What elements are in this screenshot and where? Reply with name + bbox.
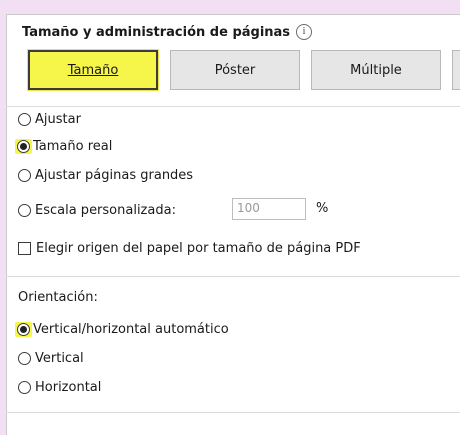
- radio-tamano-real[interactable]: Tamaño real: [15, 135, 113, 157]
- radio-vertical-horizontal-auto[interactable]: Vertical/horizontal automático: [15, 318, 229, 340]
- checkbox-box[interactable]: [18, 241, 31, 255]
- section-title-text: Tamaño y administración de páginas: [22, 24, 291, 40]
- tab-tamano[interactable]: Tamaño: [28, 50, 158, 90]
- radio-ajustar-paginas-grandes-label: Ajustar páginas grandes: [35, 167, 194, 183]
- section-title: Tamaño y administración de páginas i: [22, 24, 313, 40]
- divider: [6, 106, 460, 107]
- radio-circle-checked[interactable]: [17, 322, 30, 336]
- scale-input[interactable]: 100: [232, 198, 306, 220]
- scale-unit: %: [316, 201, 329, 216]
- radio-escala-personalizada-label: Escala personalizada:: [35, 202, 176, 218]
- radio-circle[interactable]: [18, 380, 31, 394]
- radio-vertical[interactable]: Vertical: [18, 347, 84, 369]
- tab-multiple-label: Múltiple: [350, 62, 402, 78]
- highlight-mark: [15, 321, 32, 337]
- orientation-label: Orientación:: [18, 290, 98, 305]
- tab-poster[interactable]: Póster: [170, 50, 300, 90]
- radio-ajustar-paginas-grandes[interactable]: Ajustar páginas grandes: [18, 164, 193, 186]
- radio-tamano-real-label: Tamaño real: [33, 138, 113, 154]
- checkbox-paper-source-label: Elegir origen del papel por tamaño de pá…: [36, 240, 361, 256]
- radio-circle-checked[interactable]: [17, 139, 30, 153]
- radio-horizontal-label: Horizontal: [35, 379, 102, 395]
- tab-tamano-label: Tamaño: [67, 62, 119, 78]
- divider: [6, 276, 460, 277]
- radio-horizontal[interactable]: Horizontal: [18, 376, 101, 398]
- radio-circle[interactable]: [18, 351, 31, 365]
- divider: [6, 412, 460, 413]
- radio-ajustar-label: Ajustar: [35, 111, 81, 127]
- radio-ajustar[interactable]: Ajustar: [18, 108, 81, 130]
- radio-vertical-label: Vertical: [35, 350, 84, 366]
- radio-escala-personalizada[interactable]: Escala personalizada:: [18, 199, 176, 221]
- tab-multiple[interactable]: Múltiple: [311, 50, 441, 90]
- checkbox-paper-source[interactable]: Elegir origen del papel por tamaño de pá…: [18, 237, 361, 259]
- info-icon[interactable]: i: [296, 24, 313, 40]
- tab-overflow-edge[interactable]: [452, 50, 460, 90]
- radio-auto-label: Vertical/horizontal automático: [33, 321, 229, 337]
- radio-circle[interactable]: [18, 203, 31, 217]
- tab-poster-label: Póster: [214, 62, 256, 78]
- radio-circle[interactable]: [18, 112, 31, 126]
- radio-circle[interactable]: [18, 168, 31, 182]
- highlight-mark: [15, 138, 32, 154]
